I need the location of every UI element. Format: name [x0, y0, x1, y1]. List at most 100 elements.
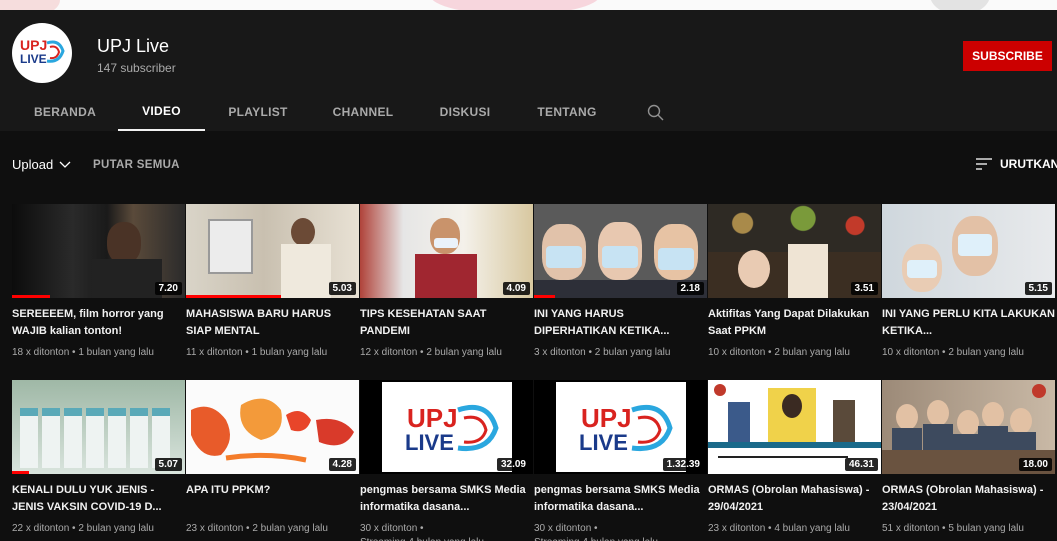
- video-title[interactable]: Aktifitas Yang Dapat Dilakukan Saat PPKM: [708, 306, 881, 340]
- video-thumbnail[interactable]: 2.18: [534, 204, 707, 298]
- video-views-age: 10 x ditonton • 2 bulan yang lalu: [882, 347, 1024, 358]
- video-content: Upload PUTAR SEMUA URUTKAN 7.20 SEREEEEM,…: [0, 131, 1057, 541]
- video-duration: 5.07: [154, 458, 182, 471]
- video-title[interactable]: KENALI DULU YUK JENIS - JENIS VAKSIN COV…: [12, 482, 185, 516]
- video-thumbnail[interactable]: 5.03: [186, 204, 359, 298]
- watch-progress-bar: [186, 295, 282, 298]
- video-meta: 23 x ditonton • 4 bulan yang lalu: [708, 522, 881, 536]
- video-title[interactable]: MAHASISWA BARU HARUS SIAP MENTAL: [186, 306, 359, 340]
- video-meta: 10 x ditonton • 2 bulan yang lalu: [882, 346, 1055, 360]
- video-thumbnail[interactable]: 5.15: [882, 204, 1055, 298]
- svg-text:LIVE: LIVE: [405, 430, 454, 455]
- video-title[interactable]: INI YANG HARUS DIPERHATIKAN KETIKA...: [534, 306, 707, 340]
- video-title[interactable]: ORMAS (Obrolan Mahasiswa) - 29/04/2021: [708, 482, 881, 516]
- tab-label: VIDEO: [142, 104, 181, 118]
- video-thumbnail[interactable]: 5.07: [12, 380, 185, 474]
- video-views-age: 18 x ditonton • 1 bulan yang lalu: [12, 347, 154, 358]
- svg-text:LIVE: LIVE: [579, 430, 628, 455]
- video-duration: 5.03: [328, 282, 356, 295]
- video-card[interactable]: 2.18 INI YANG HARUS DIPERHATIKAN KETIKA..…: [534, 204, 707, 360]
- sort-button[interactable]: URUTKAN: [976, 157, 1057, 171]
- subscriber-count: 147 subscriber: [97, 61, 176, 75]
- chevron-down-icon: [59, 161, 71, 168]
- video-toolbar: Upload PUTAR SEMUA URUTKAN: [0, 131, 1057, 195]
- video-card[interactable]: 3.51 Aktifitas Yang Dapat Dilakukan Saat …: [708, 204, 881, 360]
- video-views-age: 23 x ditonton • 4 bulan yang lalu: [708, 523, 850, 534]
- video-meta: 11 x ditonton • 1 bulan yang lalu: [186, 346, 359, 360]
- channel-header: UPJ LIVE UPJ Live 147 subscriber SUBSCRI…: [0, 10, 1057, 131]
- watch-progress-bar: [12, 471, 30, 474]
- video-thumbnail[interactable]: UPJ LIVE 32.09: [360, 380, 533, 474]
- video-title[interactable]: pengmas bersama SMKS Media informatika d…: [534, 482, 707, 516]
- video-title[interactable]: INI YANG PERLU KITA LAKUKAN KETIKA...: [882, 306, 1055, 340]
- video-duration: 46.31: [844, 458, 878, 471]
- tab-label: PLAYLIST: [228, 105, 288, 119]
- video-title[interactable]: pengmas bersama SMKS Media informatika d…: [360, 482, 533, 516]
- video-meta: 18 x ditonton • 1 bulan yang lalu: [12, 346, 185, 360]
- video-meta: 23 x ditonton • 2 bulan yang lalu: [186, 522, 359, 536]
- video-card[interactable]: 5.07 KENALI DULU YUK JENIS - JENIS VAKSIN…: [12, 380, 185, 536]
- svg-text:UPJ: UPJ: [581, 403, 632, 433]
- video-duration: 5.15: [1024, 282, 1052, 295]
- video-views-age: 30 x ditonton •: [360, 523, 424, 534]
- video-card[interactable]: 4.09 TIPS KESEHATAN SAAT PANDEMI 12 x dito…: [360, 204, 533, 360]
- video-thumbnail[interactable]: 4.09: [360, 204, 533, 298]
- video-card[interactable]: UPJ LIVE 1.32.39 pengmas bersama SMKS Media…: [534, 380, 707, 541]
- watch-progress-bar: [12, 295, 51, 298]
- video-duration: 2.18: [676, 282, 704, 295]
- tab-beranda[interactable]: BERANDA: [12, 93, 118, 131]
- video-views-age: 11 x ditonton • 1 bulan yang lalu: [186, 347, 328, 358]
- video-card[interactable]: 5.03 MAHASISWA BARU HARUS SIAP MENTAL 11 x…: [186, 204, 359, 360]
- svg-text:UPJ: UPJ: [407, 403, 458, 433]
- video-meta: 51 x ditonton • 5 bulan yang lalu: [882, 522, 1055, 536]
- channel-avatar[interactable]: UPJ LIVE: [12, 23, 72, 83]
- tab-video[interactable]: VIDEO: [118, 93, 205, 131]
- svg-text:LIVE: LIVE: [20, 52, 47, 66]
- video-meta: 30 x ditonton • Streaming 4 bulan yang la…: [534, 522, 707, 541]
- video-views-age: 30 x ditonton •: [534, 523, 598, 534]
- video-thumbnail[interactable]: 7.20: [12, 204, 185, 298]
- video-title[interactable]: TIPS KESEHATAN SAAT PANDEMI: [360, 306, 533, 340]
- search-icon[interactable]: [646, 103, 666, 123]
- video-duration: 18.00: [1018, 458, 1052, 471]
- video-meta: 30 x ditonton • Streaming 4 bulan yang la…: [360, 522, 533, 541]
- video-thumbnail[interactable]: 4.28: [186, 380, 359, 474]
- video-title[interactable]: SEREEEEM, film horror yang WAJIB kalian …: [12, 306, 185, 340]
- sort-icon: [976, 158, 992, 170]
- video-duration: 4.28: [328, 458, 356, 471]
- play-all-button[interactable]: PUTAR SEMUA: [93, 159, 180, 171]
- video-meta: 10 x ditonton • 2 bulan yang lalu: [708, 346, 881, 360]
- video-title[interactable]: ORMAS (Obrolan Mahasiswa) - 23/04/2021: [882, 482, 1055, 516]
- video-thumbnail[interactable]: UPJ LIVE 1.32.39: [534, 380, 707, 474]
- video-card[interactable]: 7.20 SEREEEEM, film horror yang WAJIB kal…: [12, 204, 185, 360]
- sort-label: URUTKAN: [1000, 157, 1057, 171]
- video-views-age: 10 x ditonton • 2 bulan yang lalu: [708, 347, 850, 358]
- subscribe-button[interactable]: SUBSCRIBE: [963, 41, 1052, 71]
- upload-dropdown[interactable]: Upload: [12, 157, 71, 172]
- video-thumbnail[interactable]: 46.31: [708, 380, 881, 474]
- video-card[interactable]: 18.00 ORMAS (Obrolan Mahasiswa) - 23/04/2…: [882, 380, 1055, 536]
- video-views-age: 23 x ditonton • 2 bulan yang lalu: [186, 523, 328, 534]
- video-thumbnail[interactable]: 18.00: [882, 380, 1055, 474]
- video-thumbnail[interactable]: 3.51: [708, 204, 881, 298]
- svg-text:UPJ: UPJ: [20, 37, 47, 53]
- tab-diskusi[interactable]: DISKUSI: [425, 93, 505, 131]
- video-title[interactable]: APA ITU PPKM?: [186, 482, 359, 516]
- tab-label: TENTANG: [537, 105, 597, 119]
- video-views-age: 22 x ditonton • 2 bulan yang lalu: [12, 523, 154, 534]
- tab-channel[interactable]: CHANNEL: [318, 93, 408, 131]
- tab-tentang[interactable]: TENTANG: [521, 93, 613, 131]
- video-card[interactable]: 4.28 APA ITU PPKM? 23 x ditonton • 2 bulan…: [186, 380, 359, 536]
- video-card[interactable]: 5.15 INI YANG PERLU KITA LAKUKAN KETIKA..…: [882, 204, 1055, 360]
- video-duration: 7.20: [154, 282, 182, 295]
- video-meta: 12 x ditonton • 2 bulan yang lalu: [360, 346, 533, 360]
- video-duration: 1.32.39: [662, 458, 704, 471]
- video-duration: 3.51: [850, 282, 878, 295]
- video-card[interactable]: UPJ LIVE 32.09 pengmas bersama SMKS Media i…: [360, 380, 533, 541]
- channel-page: UPJ LIVE UPJ Live 147 subscriber SUBSCRI…: [0, 10, 1057, 541]
- tab-label: CHANNEL: [332, 105, 394, 119]
- channel-name: UPJ Live: [97, 36, 170, 56]
- video-meta: 22 x ditonton • 2 bulan yang lalu: [12, 522, 185, 536]
- tab-playlist[interactable]: PLAYLIST: [210, 93, 306, 131]
- video-card[interactable]: 46.31 ORMAS (Obrolan Mahasiswa) - 29/04/2…: [708, 380, 881, 536]
